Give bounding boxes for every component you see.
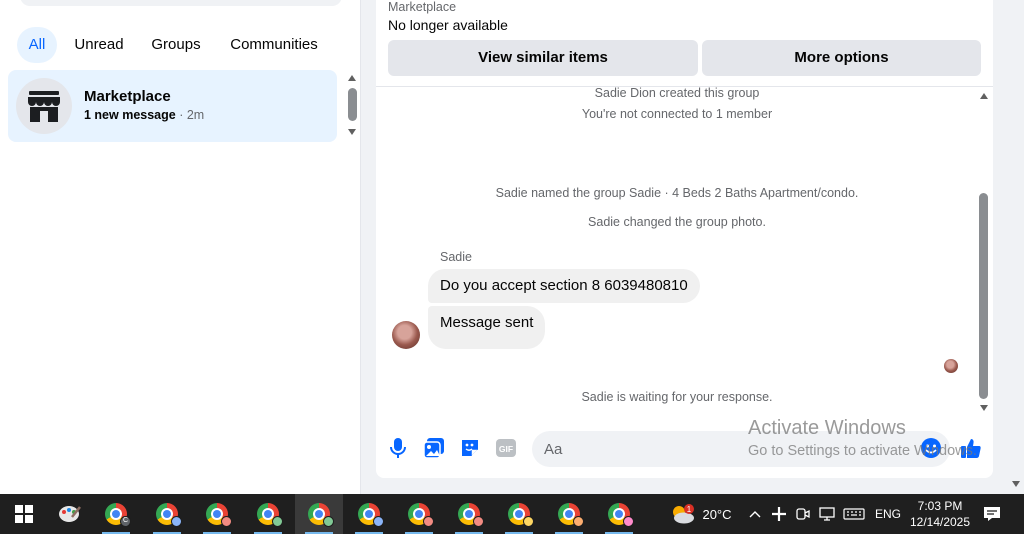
gif-icon-label: GIF — [499, 444, 513, 454]
profile-icon — [272, 516, 283, 527]
clock[interactable]: 7:03 PM 12/14/2025 — [906, 494, 974, 534]
profile-icon — [221, 516, 232, 527]
meet-now-icon[interactable] — [792, 494, 814, 534]
chat-preview-text: 1 new message — [84, 108, 176, 122]
message-bubble[interactable]: Message sent — [428, 306, 546, 349]
chrome-taskbar-icon[interactable] — [345, 494, 393, 534]
profile-icon — [373, 516, 384, 527]
photo-icon[interactable] — [422, 436, 446, 460]
chrome-profile-badge: C — [120, 516, 131, 527]
marketplace-label: Marketplace — [388, 0, 457, 14]
chat-list-panel: All Unread Groups Communities Marketplac… — [0, 0, 361, 494]
notification-icon[interactable] — [980, 494, 1004, 534]
scroll-down-arrow-icon[interactable] — [346, 127, 358, 137]
sender-name: Sadie — [440, 250, 472, 264]
profile-icon — [523, 516, 534, 527]
message-input[interactable] — [532, 431, 950, 467]
chrome-taskbar-icon[interactable] — [545, 494, 593, 534]
chevron-up-icon[interactable] — [745, 494, 765, 534]
chrome-taskbar-icon[interactable] — [143, 494, 191, 534]
clock-date: 12/14/2025 — [909, 515, 971, 529]
conversation-scrollbar[interactable] — [979, 193, 988, 399]
chat-name: Marketplace — [84, 88, 171, 105]
clock-time: 7:03 PM — [917, 499, 963, 513]
system-message-named: Sadie named the group Sadie · 4 Beds 2 B… — [495, 186, 859, 200]
more-options-button[interactable]: More options — [702, 40, 981, 76]
language-indicator[interactable]: ENG — [871, 494, 905, 534]
chrome-taskbar-icon[interactable] — [395, 494, 443, 534]
avatar[interactable] — [392, 321, 420, 349]
chat-preview-separator: · — [175, 108, 187, 122]
chrome-taskbar-icon[interactable] — [295, 494, 343, 534]
chrome-taskbar-icon[interactable] — [193, 494, 241, 534]
chat-list-item-marketplace[interactable]: Marketplace 1 new message · 2m — [8, 70, 337, 142]
system-message-created: Sadie Dion created this group — [594, 86, 760, 100]
tab-groups[interactable]: Groups — [142, 27, 210, 63]
seen-avatar — [944, 359, 958, 373]
system-message-not-connected: You're not connected to 1 member — [581, 107, 773, 121]
page-scroll-down-arrow-icon[interactable] — [1011, 480, 1021, 488]
profile-icon — [323, 516, 334, 527]
system-message-photo: Sadie changed the group photo. — [588, 215, 766, 229]
profile-icon — [573, 516, 584, 527]
message-bubble[interactable]: Do you accept section 8 6039480810 — [428, 269, 700, 303]
listing-status: No longer available — [388, 17, 508, 33]
profile-icon — [473, 516, 484, 527]
chat-preview: 1 new message · 2m — [84, 108, 204, 122]
sticker-icon[interactable] — [458, 436, 482, 460]
tab-unread[interactable]: Unread — [66, 27, 132, 63]
microphone-icon[interactable] — [386, 436, 410, 460]
chat-list-scrollbar[interactable] — [348, 88, 357, 121]
weather-icon[interactable]: 1 — [668, 494, 698, 534]
paint-app-icon[interactable] — [46, 494, 94, 534]
network-icon[interactable] — [816, 494, 838, 534]
search-input[interactable] — [20, 0, 342, 6]
scroll-down-arrow-icon[interactable] — [978, 403, 990, 413]
tab-all[interactable]: All — [17, 27, 57, 63]
emoji-icon[interactable] — [919, 436, 943, 460]
keyboard-icon[interactable] — [841, 494, 867, 534]
chrome-taskbar-icon[interactable] — [595, 494, 643, 534]
temperature[interactable]: 20°C — [700, 494, 734, 534]
tab-communities[interactable]: Communities — [219, 27, 329, 63]
start-button[interactable] — [0, 494, 48, 534]
chat-preview-time: 2m — [186, 108, 205, 122]
weather-badge: 1 — [687, 505, 692, 514]
plus-icon[interactable] — [768, 494, 790, 534]
chrome-taskbar-icon[interactable] — [244, 494, 292, 534]
like-icon[interactable] — [959, 436, 983, 460]
profile-icon — [423, 516, 434, 527]
scroll-up-arrow-icon[interactable] — [346, 73, 358, 83]
system-message-waiting: Sadie is waiting for your response. — [581, 390, 773, 404]
profile-icon — [623, 516, 634, 527]
chrome-taskbar-icon[interactable]: C — [92, 494, 140, 534]
profile-icon — [171, 516, 182, 527]
scroll-up-arrow-icon[interactable] — [978, 91, 990, 101]
chrome-taskbar-icon[interactable] — [495, 494, 543, 534]
gif-icon[interactable]: GIF — [494, 436, 518, 460]
view-similar-items-button[interactable]: View similar items — [388, 40, 698, 76]
marketplace-store-icon — [16, 78, 72, 134]
chrome-taskbar-icon[interactable] — [445, 494, 493, 534]
